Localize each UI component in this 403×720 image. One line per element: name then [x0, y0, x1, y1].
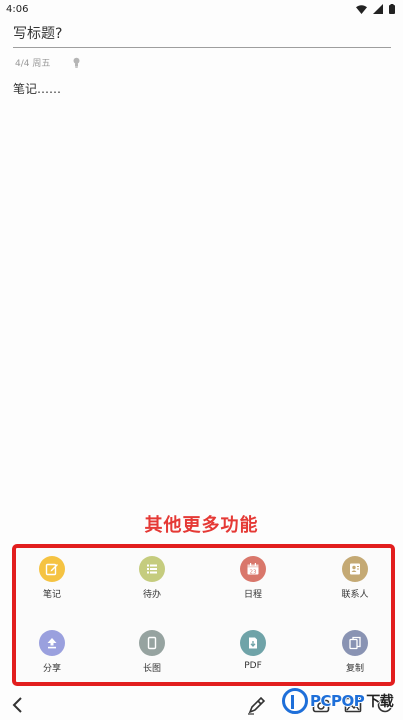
checklist-icon — [139, 556, 165, 582]
function-pdf-label: PDF — [244, 661, 262, 671]
function-copy-label: 复制 — [345, 664, 364, 674]
signal-icon — [373, 4, 383, 14]
battery-icon — [389, 4, 395, 14]
bottom-toolbar: PCPOP 下载 — [0, 688, 403, 720]
function-todo[interactable]: 待办 — [122, 556, 182, 600]
note-editor-screen: 4:06 4/4 周五 笔记…… 其他更多功能 — [0, 0, 403, 720]
pcpop-logo-icon — [282, 688, 308, 714]
function-contact-label: 联系人 — [341, 590, 369, 600]
function-share[interactable]: 分享 — [22, 630, 82, 674]
phone-long-image-icon — [139, 630, 165, 656]
function-copy[interactable]: 复制 — [325, 630, 385, 674]
lightbulb-icon[interactable] — [72, 57, 81, 68]
status-time: 4:06 — [6, 3, 29, 15]
watermark-suffix: 下载 — [366, 694, 394, 710]
function-todo-label: 待办 — [142, 590, 161, 600]
pcpop-watermark: PCPOP 下载 — [282, 684, 394, 718]
function-note[interactable]: 笔记 — [22, 556, 82, 600]
handwriting-pen-icon[interactable] — [246, 694, 268, 716]
watermark-brand: PCPOP — [310, 692, 365, 710]
feature-caption: 其他更多功能 — [144, 515, 259, 536]
title-input[interactable] — [13, 24, 391, 48]
status-bar: 4:06 — [0, 0, 403, 18]
more-functions-panel: 笔记 待办 23 日程 联系人 分享 长图 PDF 复制 — [12, 544, 395, 686]
function-schedule-label: 日程 — [243, 590, 262, 600]
function-note-label: 笔记 — [42, 590, 61, 600]
note-meta: 4/4 周五 — [15, 56, 81, 69]
copy-document-icon — [342, 630, 368, 656]
upload-share-icon — [39, 630, 65, 656]
status-icons — [356, 4, 395, 14]
edit-note-icon — [39, 556, 65, 582]
function-long-image-label: 长图 — [142, 664, 161, 674]
note-body-input[interactable]: 笔记…… — [13, 80, 391, 97]
function-share-label: 分享 — [42, 664, 61, 674]
calendar-day: 23 — [250, 570, 257, 576]
function-schedule[interactable]: 23 日程 — [223, 556, 283, 600]
calendar-icon: 23 — [240, 556, 266, 582]
back-arrow-icon[interactable] — [10, 696, 26, 714]
pdf-download-icon — [240, 630, 266, 656]
contact-card-icon — [342, 556, 368, 582]
function-pdf[interactable]: PDF — [223, 630, 283, 671]
note-date: 4/4 周五 — [15, 58, 51, 69]
function-contact[interactable]: 联系人 — [325, 556, 385, 600]
wifi-icon — [356, 4, 367, 14]
function-long-image[interactable]: 长图 — [122, 630, 182, 674]
